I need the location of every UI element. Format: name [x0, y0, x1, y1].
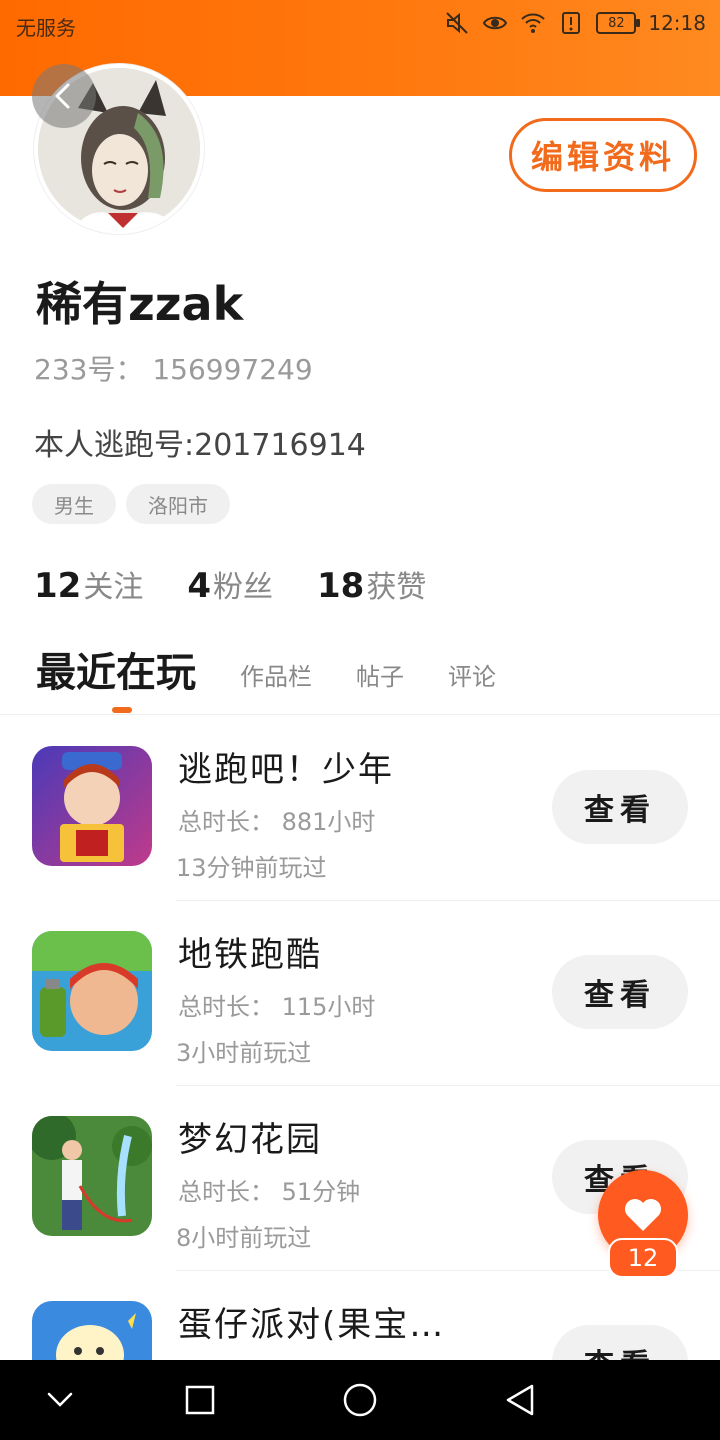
stat-followers-count: 4 — [187, 566, 211, 606]
game-last-played: 3小时前玩过 — [176, 1039, 312, 1067]
tag-city: 洛阳市 — [126, 484, 230, 524]
profile-tags: 男生 洛阳市 — [32, 484, 230, 524]
game-name: 蛋仔派对(果宝… — [178, 1305, 446, 1345]
tab-divider — [0, 714, 720, 715]
nav-recents-button[interactable] — [170, 1370, 230, 1430]
stat-followers[interactable]: 4粉丝 — [187, 562, 273, 606]
gardenscapes-icon[interactable] — [32, 1116, 152, 1236]
stat-following-label: 关注 — [83, 570, 144, 605]
active-tab-indicator — [112, 707, 132, 713]
tag-gender: 男生 — [32, 484, 116, 524]
view-button[interactable]: 查看 — [552, 1325, 688, 1360]
game-last-played: 8小时前玩过 — [176, 1224, 312, 1252]
username: 稀有zzak — [36, 277, 244, 331]
view-button[interactable]: 查看 — [552, 955, 688, 1029]
chevron-down-icon — [47, 1392, 73, 1407]
carrier-text: 无服务 — [16, 16, 76, 40]
nav-back-button[interactable] — [490, 1370, 550, 1430]
status-icons: 82 12:18 — [444, 10, 706, 36]
stat-likes-label: 获赞 — [366, 570, 427, 605]
eggy-party-icon[interactable] — [32, 1301, 152, 1360]
game-name: 梦幻花园 — [178, 1120, 322, 1160]
nav-collapse-button[interactable] — [30, 1370, 90, 1430]
back-button[interactable] — [32, 64, 96, 128]
mute-icon — [446, 12, 469, 34]
square-icon — [185, 1385, 215, 1415]
system-nav-bar — [0, 1360, 720, 1440]
game-total-time: 总时长： 881小时 — [178, 808, 376, 836]
game-name: 地铁跑酷 — [178, 935, 322, 975]
like-count-badge: 12 — [608, 1238, 678, 1278]
stat-followers-label: 粉丝 — [213, 570, 273, 605]
tab-works[interactable]: 作品栏 — [240, 657, 312, 698]
tab-recently-played[interactable]: 最近在玩 — [36, 640, 196, 698]
triangle-back-icon — [506, 1384, 534, 1416]
wifi-icon — [521, 13, 546, 33]
tab-posts[interactable]: 帖子 — [356, 657, 404, 698]
bio: 本人逃跑号:201716914 — [34, 428, 366, 463]
list-item[interactable]: 蛋仔派对(果宝… 查看 — [0, 1271, 720, 1360]
game-last-played: 13分钟前玩过 — [176, 854, 327, 882]
chevron-left-icon — [55, 83, 70, 109]
game-name: 逃跑吧！少年 — [178, 750, 394, 790]
profile-stats: 12关注 4粉丝 18获赞 — [34, 562, 426, 606]
tab-comments[interactable]: 评论 — [448, 657, 496, 698]
stat-following-count: 12 — [34, 566, 82, 606]
eye-icon — [483, 16, 508, 30]
user-id: 233号： 156997249 — [34, 353, 313, 386]
edit-profile-button[interactable]: 编辑资料 — [509, 118, 697, 192]
profile-tabs: 最近在玩 作品栏 帖子 评论 — [36, 640, 496, 698]
clock: 12:18 — [648, 11, 706, 35]
subway-surfers-icon[interactable] — [32, 931, 152, 1051]
game-total-time: 总时长： 51分钟 — [178, 1178, 361, 1206]
heart-icon — [625, 1199, 661, 1231]
list-item[interactable]: 地铁跑酷 总时长： 115小时 3小时前玩过 查看 — [0, 901, 720, 1086]
game-total-time: 总时长： 115小时 — [178, 993, 376, 1021]
circle-icon — [343, 1383, 377, 1417]
stat-likes-count: 18 — [317, 566, 365, 606]
view-button[interactable]: 查看 — [552, 770, 688, 844]
stat-likes[interactable]: 18获赞 — [317, 562, 426, 606]
nav-home-button[interactable] — [330, 1370, 390, 1430]
alert-icon — [562, 12, 581, 34]
escape-game-icon[interactable] — [32, 746, 152, 866]
battery-level: 82 — [608, 15, 625, 31]
battery-icon: 82 — [596, 12, 641, 34]
stat-following[interactable]: 12关注 — [34, 562, 143, 606]
list-item[interactable]: 逃跑吧！少年 总时长： 881小时 13分钟前玩过 查看 — [0, 716, 720, 901]
